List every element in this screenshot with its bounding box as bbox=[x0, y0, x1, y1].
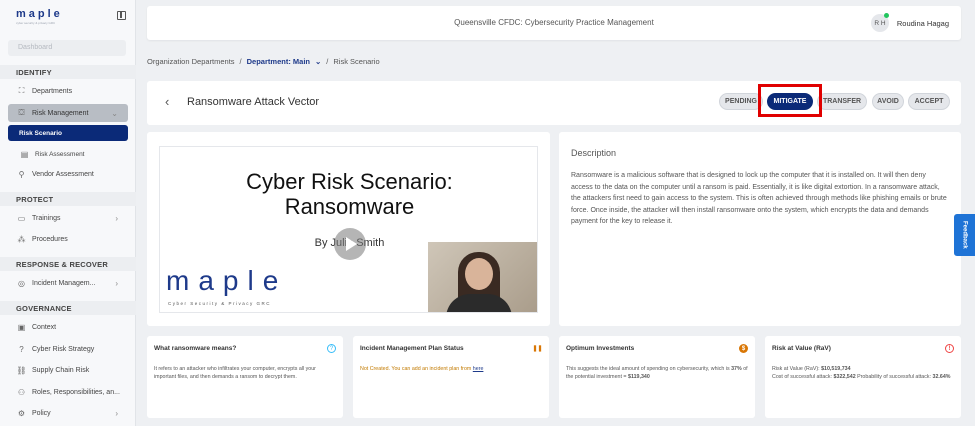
section-governance: GOVERNANCE bbox=[0, 301, 136, 315]
sidebar-collapse-icon[interactable] bbox=[117, 11, 126, 20]
pause-icon: ❚❚ bbox=[532, 346, 543, 352]
incident-plan-card: Incident Management Plan Status ❚❚ Not Cr… bbox=[353, 336, 549, 418]
avoid-button[interactable]: AVOID bbox=[872, 93, 904, 110]
sidebar-item-risk-assessment[interactable]: ▤ Risk Assessment bbox=[8, 146, 128, 162]
hierarchy-icon: ⛶ bbox=[18, 86, 25, 95]
slide-logo: maple bbox=[166, 265, 288, 296]
chevron-right-icon: › bbox=[115, 213, 118, 223]
sidebar-item-risk-management[interactable]: ⛋ Risk Management ⌄ bbox=[8, 104, 128, 122]
sidebar-item-trainings[interactable]: ▭ Trainings › bbox=[8, 210, 128, 226]
video-player[interactable]: Cyber Risk Scenario: Ransomware By Julia… bbox=[159, 146, 538, 313]
presenter-webcam bbox=[428, 242, 537, 312]
description-card: Description Ransomware is a malicious so… bbox=[559, 132, 961, 326]
breadcrumb-department[interactable]: Department: Main bbox=[247, 57, 310, 66]
slide-title-line2: Ransomware bbox=[284, 194, 415, 219]
back-arrow-icon[interactable]: ‹ bbox=[165, 94, 169, 109]
policy-icon: ⚙ bbox=[17, 408, 26, 418]
pending-button[interactable]: PENDING bbox=[719, 93, 763, 110]
accept-button[interactable]: ACCEPT bbox=[908, 93, 950, 110]
org-title: Queensville CFDC: Cybersecurity Practice… bbox=[454, 18, 654, 27]
incident-icon: ◎ bbox=[18, 278, 25, 288]
assessment-icon: ▤ bbox=[20, 149, 29, 159]
online-status-icon bbox=[884, 13, 889, 18]
breadcrumb-current: Risk Scenario bbox=[333, 57, 380, 66]
chevron-down-icon[interactable]: ⌄ bbox=[315, 57, 321, 66]
strategy-icon: ? bbox=[19, 344, 24, 354]
vendor-icon: ⚲ bbox=[18, 169, 25, 179]
section-protect: PROTECT bbox=[0, 192, 136, 206]
description-body: Ransomware is a malicious software that … bbox=[571, 172, 947, 225]
help-icon[interactable]: ? bbox=[327, 344, 336, 353]
sidebar-item-cyber-risk-strategy[interactable]: ? Cyber Risk Strategy bbox=[8, 341, 128, 357]
sidebar-item-policy[interactable]: ⚙ Policy › bbox=[8, 405, 128, 421]
sidebar-item-departments[interactable]: ⛶ Departments bbox=[8, 83, 128, 99]
section-identify: IDENTIFY bbox=[0, 65, 136, 79]
slide-tagline: Cyber Security & Privacy GRC bbox=[168, 301, 272, 306]
alert-icon: ! bbox=[945, 344, 954, 353]
chevron-down-icon: ⌄ bbox=[111, 108, 118, 118]
roles-icon: ⚇ bbox=[17, 387, 26, 397]
user-name[interactable]: Roudina Hagag bbox=[897, 19, 949, 28]
description-title: Description bbox=[571, 148, 617, 158]
add-incident-plan-link[interactable]: here bbox=[473, 366, 484, 372]
slide-title-line1: Cyber Risk Scenario: bbox=[246, 169, 453, 194]
play-icon[interactable] bbox=[334, 228, 366, 260]
breadcrumb: Organization Departments / Department: M… bbox=[147, 57, 380, 66]
supply-chain-icon: ⛓ bbox=[16, 365, 27, 375]
scenario-title: Ransomware Attack Vector bbox=[187, 96, 320, 108]
sidebar-item-supply-chain-risk[interactable]: ⛓ Supply Chain Risk bbox=[8, 362, 128, 378]
section-response-recover: RESPONSE & RECOVER bbox=[0, 257, 136, 271]
chevron-right-icon: › bbox=[115, 278, 118, 288]
scenario-header: ‹ Ransomware Attack Vector PENDING MITIG… bbox=[147, 81, 961, 125]
feedback-tab[interactable]: Feedback bbox=[954, 214, 975, 256]
risk-at-value-card: Risk at Value (RaV)! Risk at Value (RaV)… bbox=[765, 336, 961, 418]
optimum-investments-card: Optimum Investments $ This suggests the i… bbox=[559, 336, 755, 418]
dollar-icon: $ bbox=[739, 344, 748, 353]
sidebar-item-risk-scenario[interactable]: Risk Scenario bbox=[8, 125, 128, 141]
trainings-icon: ▭ bbox=[17, 213, 26, 223]
top-bar: Queensville CFDC: Cybersecurity Practice… bbox=[147, 6, 961, 40]
maple-logo[interactable]: maple cyber security & privacy GRC bbox=[16, 8, 63, 25]
sidebar: maple cyber security & privacy GRC Dashb… bbox=[0, 0, 136, 426]
risk-management-icon: ⛋ bbox=[18, 108, 25, 117]
sidebar-item-vendor-assessment[interactable]: ⚲ Vendor Assessment bbox=[8, 166, 128, 182]
context-icon: ▣ bbox=[17, 322, 26, 332]
procedures-icon: ⁂ bbox=[17, 234, 26, 244]
breadcrumb-org-departments[interactable]: Organization Departments bbox=[147, 57, 235, 66]
sidebar-item-roles[interactable]: ⚇ Roles, Responsibilities, an... bbox=[8, 384, 128, 400]
sidebar-item-context[interactable]: ▣ Context bbox=[8, 319, 128, 335]
chevron-right-icon: › bbox=[115, 408, 118, 418]
mitigate-highlight-box bbox=[758, 84, 822, 117]
sidebar-item-incident-management[interactable]: ◎ Incident Managem... › bbox=[8, 275, 128, 291]
what-ransomware-card: What ransomware means?? It refers to an … bbox=[147, 336, 343, 418]
transfer-button[interactable]: TRANSFER bbox=[817, 93, 867, 110]
sidebar-item-dashboard[interactable]: Dashboard bbox=[8, 40, 126, 56]
video-card: Cyber Risk Scenario: Ransomware By Julia… bbox=[147, 132, 550, 326]
sidebar-item-procedures[interactable]: ⁂ Procedures bbox=[8, 231, 128, 247]
